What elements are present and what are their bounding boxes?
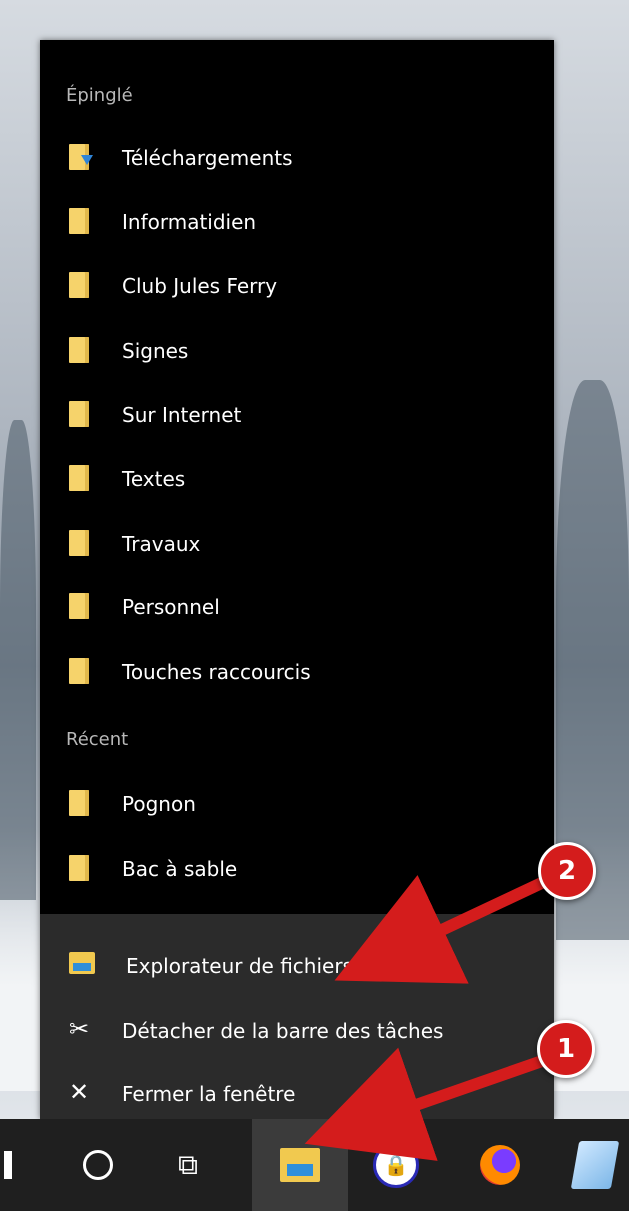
folder-icon bbox=[69, 401, 91, 429]
recent-section-title: Récent bbox=[66, 729, 129, 750]
item-label: Téléchargements bbox=[122, 146, 293, 170]
lock-icon: 🔒 bbox=[373, 1142, 419, 1188]
pinned-item-textes[interactable]: Textes bbox=[40, 447, 554, 511]
windows-logo-icon bbox=[4, 1151, 12, 1179]
search-button[interactable] bbox=[72, 1119, 124, 1211]
pinned-item-downloads[interactable]: Téléchargements bbox=[40, 126, 554, 190]
item-label: Fermer la fenêtre bbox=[122, 1082, 296, 1106]
pinned-item-personnel[interactable]: Personnel bbox=[40, 575, 554, 639]
task-view-icon: ⧉ bbox=[178, 1148, 198, 1181]
pinned-item-sur-internet[interactable]: Sur Internet bbox=[40, 383, 554, 447]
item-label: Club Jules Ferry bbox=[122, 274, 278, 298]
folder-icon bbox=[69, 658, 91, 686]
task-file-explorer[interactable]: Explorateur de fichiers bbox=[40, 934, 554, 998]
security-app-button[interactable]: 🔒 bbox=[360, 1119, 432, 1211]
item-label: Détacher de la barre des tâches bbox=[122, 1019, 444, 1043]
tree-left bbox=[0, 420, 36, 900]
tasks-section: Explorateur de fichiers ✂ Détacher de la… bbox=[40, 914, 554, 1119]
item-label: Signes bbox=[122, 339, 189, 363]
item-label: Personnel bbox=[122, 595, 220, 619]
start-button-partial[interactable] bbox=[0, 1119, 16, 1211]
recent-item-pognon[interactable]: Pognon bbox=[40, 772, 554, 836]
item-label: Textes bbox=[122, 467, 186, 491]
pinned-item-club-jules-ferry[interactable]: Club Jules Ferry bbox=[40, 254, 554, 318]
folder-icon bbox=[69, 593, 91, 621]
pinned-item-informatidien[interactable]: Informatidien bbox=[40, 190, 554, 254]
item-label: Pognon bbox=[122, 792, 196, 816]
notepad-icon bbox=[570, 1141, 619, 1189]
task-close-window[interactable]: ✕ Fermer la fenêtre bbox=[40, 1062, 554, 1126]
folder-icon bbox=[69, 208, 91, 236]
folder-icon bbox=[69, 337, 91, 365]
item-label: Travaux bbox=[122, 532, 201, 556]
recent-item-bac-a-sable[interactable]: Bac à sable bbox=[40, 837, 554, 901]
jump-list-menu: Épinglé Téléchargements Informatidien Cl… bbox=[40, 40, 554, 1119]
folder-icon bbox=[69, 790, 91, 818]
unpin-icon: ✂ bbox=[69, 1015, 90, 1043]
notepad-button[interactable] bbox=[560, 1119, 629, 1211]
annotation-badge-2: 2 bbox=[538, 842, 596, 900]
file-explorer-icon bbox=[280, 1148, 320, 1182]
annotation-badge-1: 1 bbox=[537, 1020, 595, 1078]
cortana-circle-icon bbox=[83, 1150, 113, 1180]
item-label: Touches raccourcis bbox=[122, 660, 311, 684]
task-view-button[interactable]: ⧉ bbox=[160, 1119, 216, 1211]
file-explorer-icon bbox=[69, 952, 95, 980]
pinned-item-touches-raccourcis[interactable]: Touches raccourcis bbox=[40, 640, 554, 704]
folder-icon bbox=[69, 465, 91, 493]
pinned-item-travaux[interactable]: Travaux bbox=[40, 512, 554, 576]
taskbar: ⧉ 🔒 bbox=[0, 1119, 629, 1211]
pinned-section-title: Épinglé bbox=[66, 85, 133, 106]
downloads-folder-icon bbox=[69, 144, 93, 172]
pinned-item-signes[interactable]: Signes bbox=[40, 319, 554, 383]
firefox-button[interactable] bbox=[464, 1119, 536, 1211]
folder-icon bbox=[69, 530, 91, 558]
item-label: Sur Internet bbox=[122, 403, 242, 427]
folder-icon bbox=[69, 855, 91, 883]
close-icon: ✕ bbox=[69, 1078, 90, 1106]
file-explorer-taskbar-button[interactable] bbox=[252, 1119, 348, 1211]
item-label: Explorateur de fichiers bbox=[126, 954, 353, 978]
item-label: Informatidien bbox=[122, 210, 257, 234]
folder-icon bbox=[69, 272, 91, 300]
task-unpin-taskbar[interactable]: ✂ Détacher de la barre des tâches bbox=[40, 999, 554, 1063]
item-label: Bac à sable bbox=[122, 857, 238, 881]
firefox-icon bbox=[480, 1145, 520, 1185]
